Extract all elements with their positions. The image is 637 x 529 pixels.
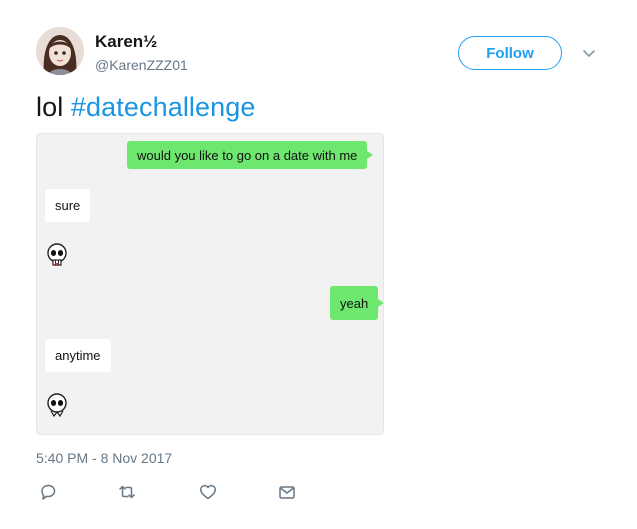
chat-bubble-incoming: anytime [45, 339, 111, 372]
more-options-button[interactable] [580, 44, 598, 62]
hashtag-link[interactable]: #datechallenge [71, 92, 256, 122]
like-button[interactable] [198, 482, 218, 502]
chat-bubble-outgoing: would you like to go on a date with me [127, 141, 374, 169]
tweet-text: lol #datechallenge [36, 92, 255, 123]
direct-message-button[interactable] [277, 482, 297, 502]
chat-bubble-outgoing: yeah [330, 286, 383, 320]
like-icon [200, 484, 216, 500]
direct-message-icon [279, 486, 295, 499]
avatar[interactable] [36, 27, 84, 75]
chat-bubble-incoming: sure [45, 189, 91, 222]
skull-sticker-icon [45, 392, 69, 418]
reply-icon [41, 484, 56, 500]
follow-button[interactable]: Follow [458, 36, 562, 70]
user-handle[interactable]: @KarenZZZ01 [95, 57, 188, 73]
user-name[interactable]: Karen½ [95, 32, 157, 52]
tweet-timestamp[interactable]: 5:40 PM - 8 Nov 2017 [36, 450, 172, 466]
tweet-body: lol [36, 92, 71, 122]
skull-sticker-icon [45, 242, 69, 268]
reply-button[interactable] [38, 482, 58, 502]
chevron-down-icon [583, 50, 595, 57]
avatar-cartoon-girl [36, 27, 84, 75]
tweet-media-image[interactable]: would you like to go on a date with me s… [36, 133, 384, 435]
retweet-button[interactable] [117, 482, 137, 502]
retweet-icon [119, 485, 135, 499]
